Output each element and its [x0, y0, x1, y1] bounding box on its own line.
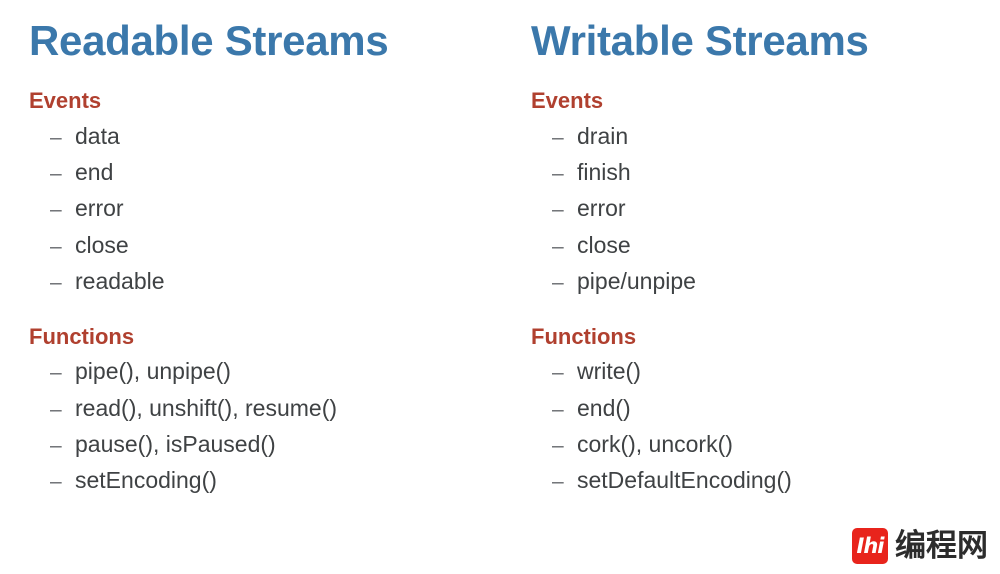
list-item-label: error	[577, 195, 626, 222]
list-item-label: cork(), uncork()	[577, 431, 733, 458]
list-readable-events: – data – end – error – close – readable	[29, 118, 515, 300]
list-item: – pipe/unpipe	[531, 263, 1000, 299]
page-title-readable: Readable Streams	[29, 17, 389, 64]
list-item-label: close	[75, 231, 129, 258]
list-item: – pause(), isPaused()	[29, 426, 515, 462]
bullet-dash-icon: –	[552, 270, 564, 294]
bullet-dash-icon: –	[50, 361, 62, 385]
list-item: – read(), unshift(), resume()	[29, 390, 515, 426]
bullet-dash-icon: –	[552, 198, 564, 222]
list-item: – finish	[531, 154, 1000, 190]
list-item: – readable	[29, 263, 515, 299]
watermark-logo: Ihi 编程网	[852, 528, 988, 564]
list-item-label: pipe/unpipe	[577, 267, 696, 294]
list-item-label: read(), unshift(), resume()	[75, 394, 338, 421]
column-readable-streams: Readable Streams Events – data – end – e…	[0, 0, 515, 499]
list-item-label: setDefaultEncoding()	[577, 467, 792, 494]
section-writable-functions: Functions – write() – end() – cork(), un…	[531, 324, 1000, 499]
list-item-label: data	[75, 122, 120, 149]
section-heading-functions: Functions	[531, 324, 637, 350]
list-item-label: end	[75, 158, 114, 185]
list-item-label: drain	[577, 122, 629, 149]
bullet-dash-icon: –	[50, 270, 62, 294]
bullet-dash-icon: –	[50, 234, 62, 258]
bullet-dash-icon: –	[552, 161, 564, 185]
bullet-dash-icon: –	[552, 434, 564, 458]
slide-canvas: Readable Streams Events – data – end – e…	[0, 0, 1000, 574]
list-item: – pipe(), unpipe()	[29, 353, 515, 389]
section-heading-events: Events	[531, 88, 604, 114]
list-item: – drain	[531, 118, 1000, 154]
list-item-label: write()	[577, 358, 641, 385]
bullet-dash-icon: –	[50, 161, 62, 185]
list-item-label: end()	[577, 394, 631, 421]
list-item: – data	[29, 118, 515, 154]
list-readable-functions: – pipe(), unpipe() – read(), unshift(), …	[29, 353, 515, 498]
list-item: – error	[531, 190, 1000, 226]
section-readable-functions: Functions – pipe(), unpipe() – read(), u…	[29, 324, 515, 499]
list-item: – end()	[531, 390, 1000, 426]
column-writable-streams: Writable Streams Events – drain – finish…	[515, 0, 1000, 499]
list-writable-events: – drain – finish – error – close – pipe/…	[531, 118, 1000, 300]
watermark-mark-icon: Ihi	[852, 528, 888, 564]
list-item: – cork(), uncork()	[531, 426, 1000, 462]
bullet-dash-icon: –	[552, 470, 564, 494]
list-item: – setDefaultEncoding()	[531, 462, 1000, 498]
bullet-dash-icon: –	[50, 397, 62, 421]
section-heading-functions: Functions	[29, 324, 135, 350]
bullet-dash-icon: –	[552, 234, 564, 258]
two-column-layout: Readable Streams Events – data – end – e…	[0, 0, 1000, 499]
list-item-label: close	[577, 231, 631, 258]
list-item: – setEncoding()	[29, 462, 515, 498]
list-writable-functions: – write() – end() – cork(), uncork() – s…	[531, 353, 1000, 498]
list-item-label: pause(), isPaused()	[75, 431, 276, 458]
list-item: – close	[531, 227, 1000, 263]
bullet-dash-icon: –	[552, 125, 564, 149]
list-item-label: readable	[75, 267, 165, 294]
list-item: – close	[29, 227, 515, 263]
bullet-dash-icon: –	[50, 198, 62, 222]
watermark-label: 编程网	[895, 527, 988, 564]
list-item-label: pipe(), unpipe()	[75, 358, 231, 385]
section-heading-events: Events	[29, 88, 102, 114]
list-item-label: finish	[577, 158, 631, 185]
bullet-dash-icon: –	[50, 434, 62, 458]
list-item-label: setEncoding()	[75, 467, 217, 494]
section-writable-events: Events – drain – finish – error – close …	[531, 89, 1000, 299]
list-item: – end	[29, 154, 515, 190]
bullet-dash-icon: –	[50, 125, 62, 149]
bullet-dash-icon: –	[552, 397, 564, 421]
list-item: – write()	[531, 353, 1000, 389]
bullet-dash-icon: –	[552, 361, 564, 385]
page-title-writable: Writable Streams	[531, 17, 869, 64]
list-item-label: error	[75, 195, 124, 222]
list-item: – error	[29, 190, 515, 226]
bullet-dash-icon: –	[50, 470, 62, 494]
section-readable-events: Events – data – end – error – close – re…	[29, 89, 515, 299]
